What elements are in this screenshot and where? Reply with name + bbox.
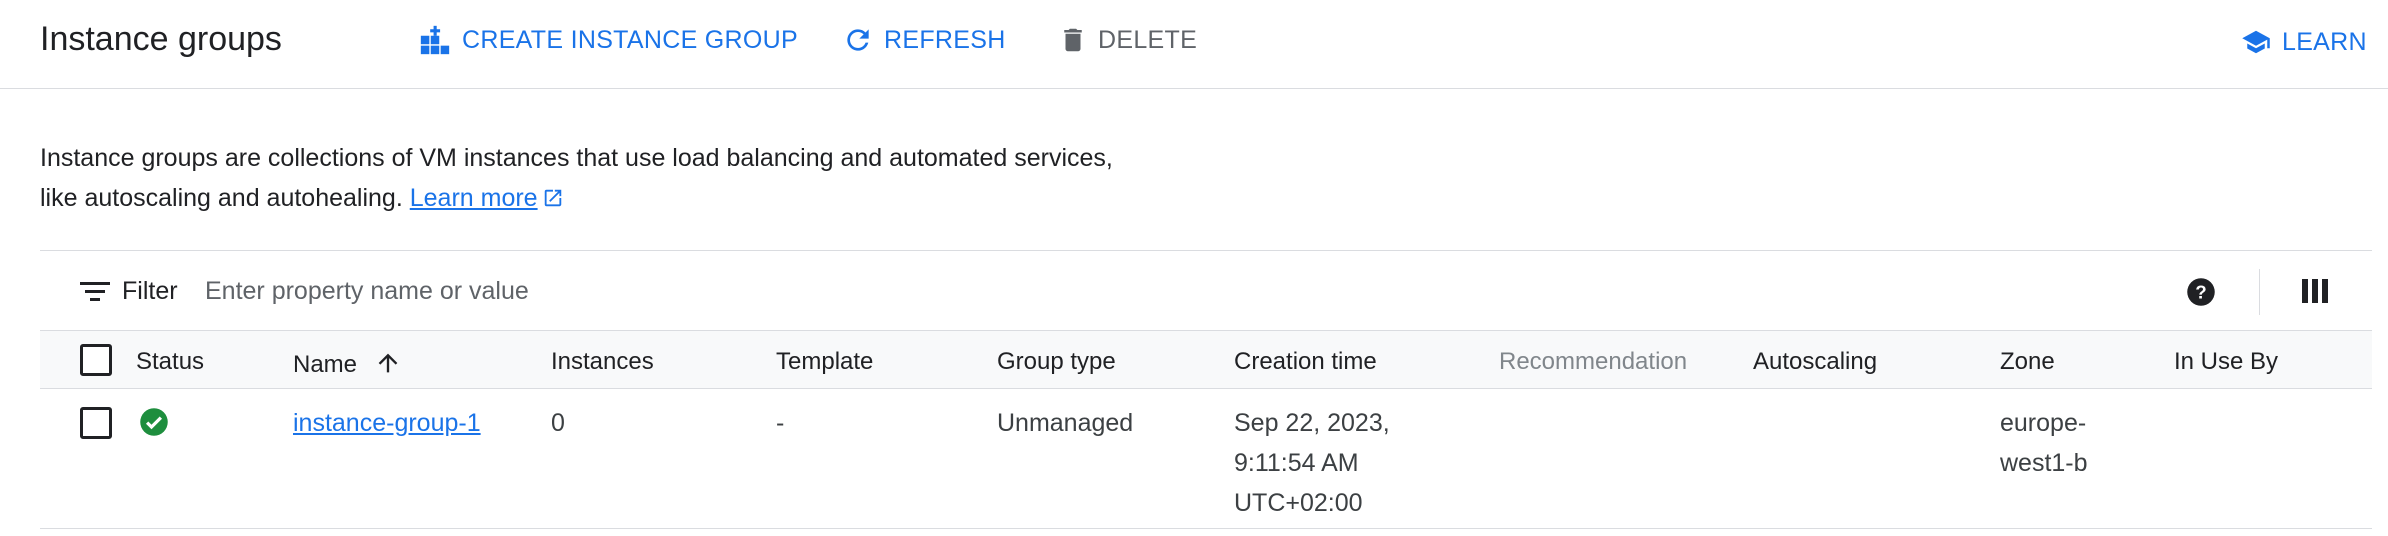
creation-time-date: Sep 22, 2023, xyxy=(1234,409,1390,437)
zone-line-2: west1-b xyxy=(2000,449,2088,477)
group-type-cell: Unmanaged xyxy=(997,409,1134,437)
instance-groups-table: Filter ? Status Name Instances Template … xyxy=(40,250,2372,530)
instances-cell: 0 xyxy=(551,409,565,437)
refresh-button[interactable]: REFRESH xyxy=(842,22,1006,58)
instance-group-name-link[interactable]: instance-group-1 xyxy=(293,409,481,437)
column-header-zone[interactable]: Zone xyxy=(2000,348,2055,376)
filter-label: Filter xyxy=(122,277,178,305)
zone-cell: europe- west1-b xyxy=(2000,403,2088,483)
help-icon[interactable]: ? xyxy=(2186,277,2216,312)
toolbar-divider xyxy=(2259,269,2260,315)
column-header-status[interactable]: Status xyxy=(136,348,204,376)
description-text: Instance groups are collections of VM in… xyxy=(40,144,1113,212)
toolbar: Instance groups CREATE INSTANCE GROUP RE… xyxy=(0,0,2388,89)
learn-button[interactable]: LEARN xyxy=(2240,24,2367,60)
creation-time-zone: UTC+02:00 xyxy=(1234,489,1363,517)
zone-line-1: europe- xyxy=(2000,409,2087,437)
page-title: Instance groups xyxy=(40,20,282,58)
learn-label: LEARN xyxy=(2282,27,2367,56)
creation-time-clock: 9:11:54 AM xyxy=(1234,449,1359,477)
filter-icon xyxy=(80,280,110,309)
column-header-creation-time[interactable]: Creation time xyxy=(1234,348,1377,376)
create-instance-group-label: CREATE INSTANCE GROUP xyxy=(462,25,798,54)
refresh-icon xyxy=(842,24,874,56)
trash-icon xyxy=(1058,24,1088,56)
learn-more-label: Learn more xyxy=(409,184,538,212)
column-header-name-label: Name xyxy=(293,351,358,378)
table-row: instance-group-1 0 - Unmanaged Sep 22, 2… xyxy=(40,389,2372,529)
sort-ascending-icon xyxy=(374,348,402,385)
column-header-name[interactable]: Name xyxy=(293,348,402,385)
school-icon xyxy=(2240,27,2272,57)
column-header-recommendation: Recommendation xyxy=(1499,348,1688,375)
learn-more-link[interactable]: Learn more xyxy=(410,184,538,212)
filter-bar: Filter ? xyxy=(40,251,2372,331)
create-group-icon xyxy=(418,23,452,57)
column-header-template[interactable]: Template xyxy=(776,348,873,376)
instance-group-name-cell: instance-group-1 xyxy=(293,403,481,443)
status-ok-icon xyxy=(139,407,169,442)
column-header-in-use-by[interactable]: In Use By xyxy=(2174,348,2278,376)
column-header-group-type[interactable]: Group type xyxy=(997,348,1116,376)
create-instance-group-button[interactable]: CREATE INSTANCE GROUP xyxy=(418,22,798,58)
column-header-autoscaling[interactable]: Autoscaling xyxy=(1753,348,1877,376)
page-description: Instance groups are collections of VM in… xyxy=(40,138,1140,221)
template-cell: - xyxy=(776,409,785,437)
filter-input[interactable] xyxy=(205,273,1405,309)
external-link-icon xyxy=(542,181,564,221)
delete-label: DELETE xyxy=(1098,25,1198,54)
creation-time-cell: Sep 22, 2023, 9:11:54 AM UTC+02:00 xyxy=(1234,403,1390,523)
refresh-label: REFRESH xyxy=(884,25,1006,54)
row-checkbox[interactable] xyxy=(80,407,112,439)
table-header: Status Name Instances Template Group typ… xyxy=(40,331,2372,389)
column-header-instances[interactable]: Instances xyxy=(551,348,654,376)
select-all-checkbox[interactable] xyxy=(80,344,112,376)
delete-button[interactable]: DELETE xyxy=(1058,22,1197,58)
svg-text:?: ? xyxy=(2195,281,2206,302)
column-display-options-icon[interactable] xyxy=(2302,279,2328,308)
